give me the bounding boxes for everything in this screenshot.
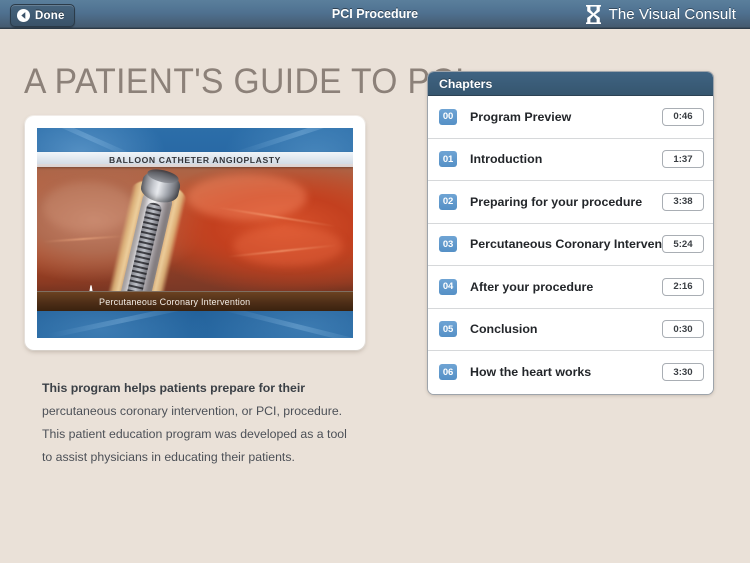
- video-thumbnail-image: BALLOON CATHETER ANGIOPLASTY Percutaneou…: [37, 128, 353, 338]
- chapter-title: Preparing for your procedure: [470, 194, 643, 209]
- chapter-number-badge: 00: [439, 108, 457, 125]
- chapters-header: Chapters: [428, 72, 713, 96]
- chapter-number-badge: 04: [439, 278, 457, 295]
- visual-consult-logo-icon: [585, 5, 601, 24]
- chapter-row[interactable]: 06 How the heart works 3:30: [428, 351, 713, 394]
- chapter-duration-badge: 3:30: [662, 363, 704, 382]
- chapter-duration-badge: 5:24: [662, 235, 704, 254]
- done-button-label: Done: [35, 9, 65, 22]
- description-line: to assist physicians in educating their …: [42, 450, 295, 464]
- chapter-row[interactable]: 01 Introduction 1:37: [428, 138, 713, 181]
- chapter-row[interactable]: 00 Program Preview 0:46: [428, 96, 713, 139]
- description-line: This patient education program was devel…: [42, 427, 347, 441]
- chapter-number-badge: 05: [439, 321, 457, 338]
- thumbnail-title-bar: BALLOON CATHETER ANGIOPLASTY: [37, 152, 353, 167]
- chapters-header-label: Chapters: [439, 76, 493, 91]
- chapter-title: Program Preview: [470, 109, 572, 124]
- chapter-duration-badge: 1:37: [662, 150, 704, 169]
- tissue-highlight: [43, 182, 133, 232]
- done-button[interactable]: Done: [10, 4, 75, 27]
- chapter-number-badge: 06: [439, 364, 457, 381]
- chapter-duration-badge: 0:30: [662, 320, 704, 339]
- brand-lockup: The Visual Consult: [585, 0, 736, 29]
- chapter-row[interactable]: 02 Preparing for your procedure 3:38: [428, 181, 713, 224]
- thumbnail-caption: Percutaneous Coronary Intervention: [99, 296, 251, 307]
- brand-name: The Visual Consult: [608, 6, 736, 23]
- thumbnail-caption-bar: Percutaneous Coronary Intervention: [37, 291, 353, 311]
- chapters-panel: Chapters 00 Program Preview 0:46 01 Intr…: [427, 71, 714, 395]
- vessel-tissue-field: [37, 164, 353, 304]
- balloon-catheter-assembly: [103, 164, 191, 304]
- description-line: This program helps patients prepare for …: [42, 381, 306, 395]
- chapter-title: Percutaneous Coronary Intervention: [470, 237, 662, 252]
- chapter-duration-badge: 3:38: [662, 192, 704, 211]
- chapter-row[interactable]: 04 After your procedure 2:16: [428, 266, 713, 309]
- top-toolbar: Done PCI Procedure The Visual Consult: [0, 0, 750, 29]
- chapter-duration-badge: 2:16: [662, 277, 704, 296]
- program-description: This program helps patients prepare for …: [42, 381, 372, 473]
- description-line: percutaneous coronary intervention, or P…: [42, 404, 343, 418]
- video-preview-card[interactable]: BALLOON CATHETER ANGIOPLASTY Percutaneou…: [25, 116, 365, 350]
- chapter-duration-badge: 0:46: [662, 107, 704, 126]
- chapter-number-badge: 03: [439, 236, 457, 253]
- page-heading: A PATIENT'S GUIDE TO PCI: [24, 62, 465, 101]
- thumbnail-title: BALLOON CATHETER ANGIOPLASTY: [109, 154, 281, 165]
- chapter-title: After your procedure: [470, 279, 594, 294]
- chapter-number-badge: 01: [439, 151, 457, 168]
- back-chevron-icon: [17, 9, 30, 22]
- chapter-row[interactable]: 05 Conclusion 0:30: [428, 308, 713, 351]
- chapter-row[interactable]: 03 Percutaneous Coronary Intervention 5:…: [428, 223, 713, 266]
- tissue-streak: [43, 235, 123, 243]
- chapter-title: Conclusion: [470, 322, 538, 337]
- chapter-title: Introduction: [470, 152, 543, 167]
- chapter-number-badge: 02: [439, 193, 457, 210]
- chapter-title: How the heart works: [470, 365, 592, 380]
